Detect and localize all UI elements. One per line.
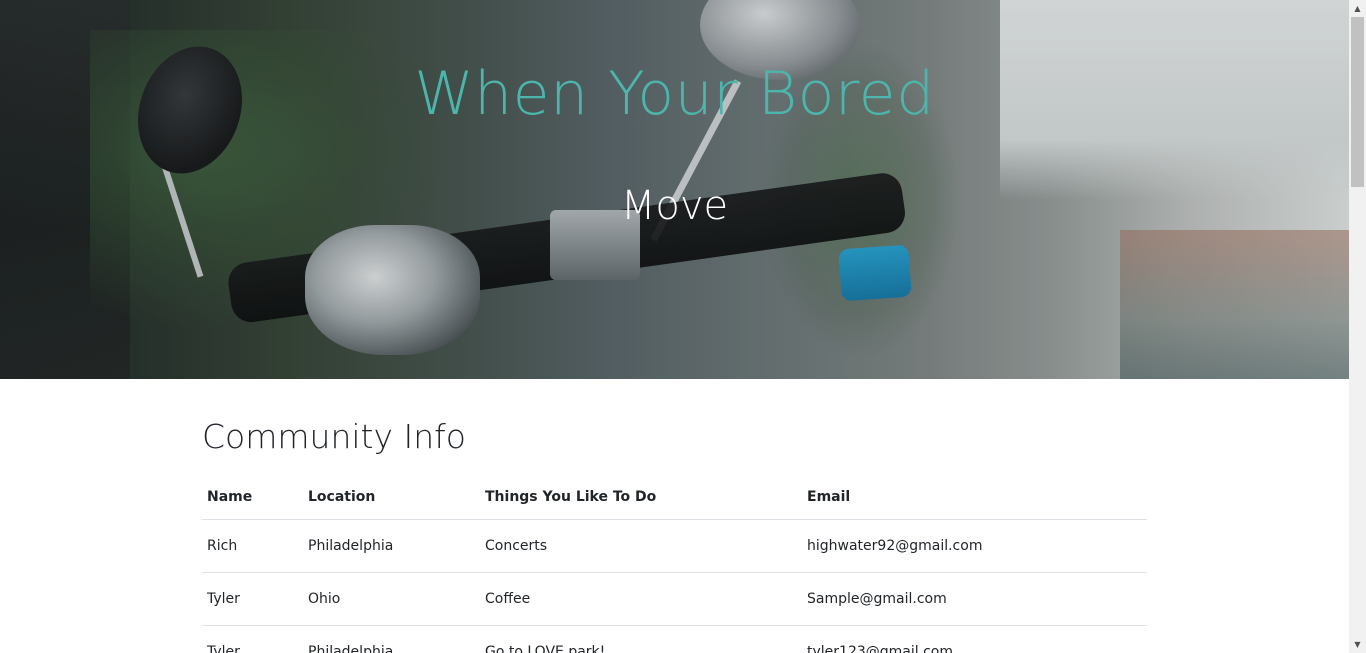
cell-location: Philadelphia [303, 625, 480, 653]
cell-name: Rich [202, 519, 303, 573]
hero-subtitle: Move [620, 183, 729, 229]
cell-location: Ohio [303, 572, 480, 626]
hero-banner: When Your Bored Move [0, 0, 1349, 379]
page: When Your Bored Move Community Info Name… [0, 0, 1349, 653]
column-header-name: Name [202, 474, 303, 520]
hero-grip [838, 244, 912, 302]
table-row: Tyler Ohio Coffee Sample@gmail.com [202, 572, 1147, 626]
column-header-email: Email [802, 474, 1147, 520]
cell-email: Sample@gmail.com [802, 572, 1147, 626]
column-header-things: Things You Like To Do [480, 474, 802, 520]
vertical-scrollbar[interactable]: ▲ ▼ [1349, 0, 1366, 653]
table-header-row: Name Location Things You Like To Do Emai… [202, 474, 1147, 520]
cell-email: tyler123@gmail.com [802, 625, 1147, 653]
cell-name: Tyler [202, 625, 303, 653]
cell-location: Philadelphia [303, 519, 480, 573]
community-table: Name Location Things You Like To Do Emai… [202, 474, 1147, 653]
hero-background-street [1120, 230, 1349, 379]
arrow-up-icon[interactable]: ▲ [1349, 0, 1366, 17]
table-row: Tyler Philadelphia Go to LOVE park! tyle… [202, 625, 1147, 653]
cell-things: Coffee [480, 572, 802, 626]
cell-things: Go to LOVE park! [480, 625, 802, 653]
cell-email: highwater92@gmail.com [802, 519, 1147, 573]
table-row: Rich Philadelphia Concerts highwater92@g… [202, 519, 1147, 573]
column-header-location: Location [303, 474, 480, 520]
scrollbar-thumb[interactable] [1351, 17, 1364, 187]
cell-things: Concerts [480, 519, 802, 573]
section-title: Community Info [202, 417, 466, 456]
hero-title: When Your Bored [414, 59, 935, 129]
cell-name: Tyler [202, 572, 303, 626]
hero-headlight [305, 225, 480, 355]
arrow-down-icon[interactable]: ▼ [1349, 636, 1366, 653]
